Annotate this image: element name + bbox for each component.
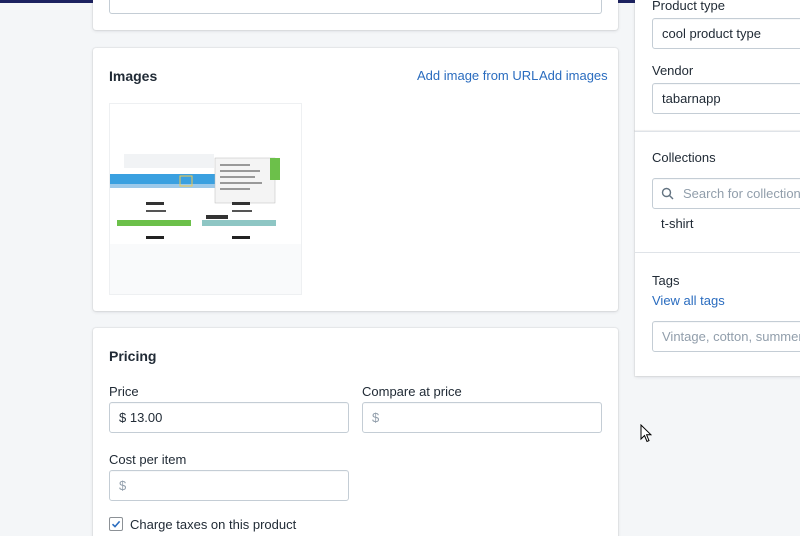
images-card: Images Add image from URL Add images xyxy=(93,48,618,311)
price-value: $ 13.00 xyxy=(119,410,163,425)
charge-taxes-checkbox[interactable] xyxy=(109,517,123,531)
compare-at-price-label: Compare at price xyxy=(362,384,462,399)
vendor-input[interactable]: tabarnapp xyxy=(652,83,800,114)
product-type-value: cool product type xyxy=(662,26,762,41)
mouse-cursor-icon xyxy=(640,424,652,443)
product-image-thumbnail[interactable] xyxy=(109,103,302,295)
cost-per-item-label: Cost per item xyxy=(109,452,187,467)
product-details-card xyxy=(93,0,618,30)
search-icon xyxy=(661,187,674,200)
tags-placeholder: Vintage, cotton, summer xyxy=(662,329,800,344)
collections-tags-card: Collections Search for collections t-shi… xyxy=(635,131,800,376)
product-type-input[interactable]: cool product type xyxy=(652,18,800,49)
collections-label: Collections xyxy=(652,150,716,165)
price-label: Price xyxy=(109,384,139,399)
price-input[interactable]: $ 13.00 xyxy=(109,402,349,433)
checkmark-icon xyxy=(111,520,121,528)
charge-taxes-label: Charge taxes on this product xyxy=(130,517,297,532)
compare-at-price-input[interactable]: $ xyxy=(362,402,602,433)
vendor-value: tabarnapp xyxy=(662,91,721,106)
collections-search-placeholder: Search for collections xyxy=(683,186,800,201)
pricing-title: Pricing xyxy=(109,348,157,364)
description-editor-bottom[interactable] xyxy=(109,0,602,14)
cost-per-item-placeholder: $ xyxy=(119,478,127,493)
cost-per-item-input[interactable]: $ xyxy=(109,470,349,501)
tags-label: Tags xyxy=(652,273,680,288)
collection-item[interactable]: t-shirt xyxy=(661,216,694,231)
add-image-from-url-link[interactable]: Add image from URL xyxy=(417,68,538,83)
pricing-card: Pricing Price $ 13.00 Compare at price $… xyxy=(93,328,618,536)
collections-search-input[interactable]: Search for collections xyxy=(652,178,800,209)
view-all-tags-link[interactable]: View all tags xyxy=(652,293,725,308)
images-title: Images xyxy=(109,68,158,84)
vendor-label: Vendor xyxy=(652,63,694,78)
add-images-link[interactable]: Add images xyxy=(539,68,608,83)
compare-at-price-placeholder: $ xyxy=(372,410,380,425)
section-divider xyxy=(635,252,800,253)
tags-input[interactable]: Vintage, cotton, summer xyxy=(652,321,800,352)
product-image-picture xyxy=(110,104,301,244)
organization-card: Product type cool product type Vendor ta… xyxy=(635,0,800,131)
product-type-label: Product type xyxy=(652,0,725,13)
